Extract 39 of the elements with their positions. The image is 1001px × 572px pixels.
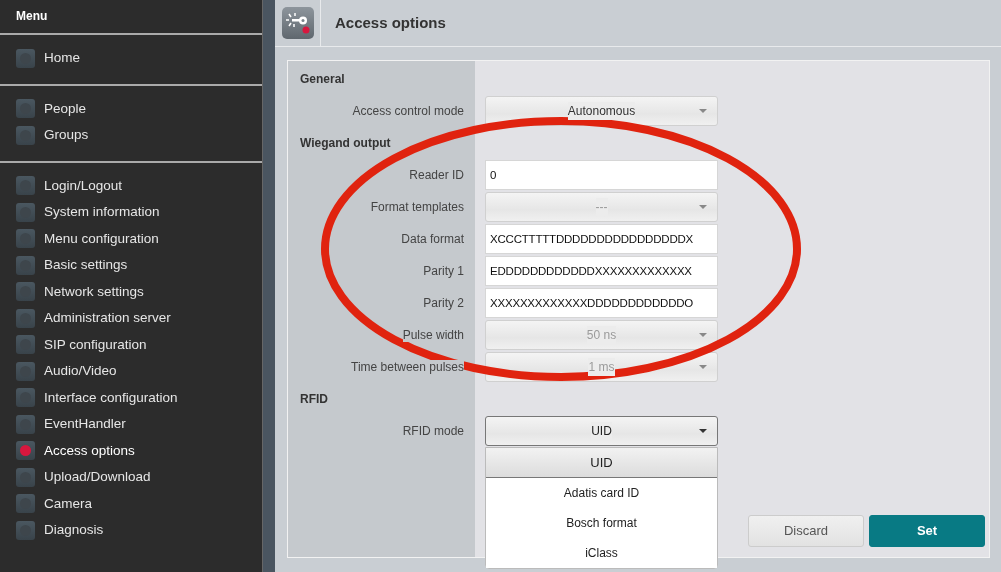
sidebar-item[interactable]: Access options (0, 437, 262, 464)
sidebar-item[interactable]: Groups (0, 122, 262, 149)
field-label: Data format (401, 232, 464, 246)
sidebar-item[interactable]: Basic settings (0, 252, 262, 279)
sidebar-item[interactable]: EventHandler (0, 411, 262, 438)
page-title: Access options (335, 12, 446, 33)
input-field[interactable]: XCCCTTTTTDDDDDDDDDDDDDDDDX (485, 224, 718, 254)
field-label: Pulse width (402, 328, 464, 342)
sidebar-item[interactable]: Upload/Download (0, 464, 262, 491)
set-button[interactable]: Set (869, 515, 985, 547)
dropdown[interactable]: UID (485, 416, 718, 446)
sidebar-item[interactable]: Audio/Video (0, 358, 262, 385)
field-label: Access control mode (352, 104, 464, 118)
section-heading: RFID (299, 391, 329, 408)
input-field[interactable]: 0 (485, 160, 718, 190)
sidebar-item[interactable]: SIP configuration (0, 331, 262, 358)
input-field[interactable]: EDDDDDDDDDDDDXXXXXXXXXXXXX (485, 256, 718, 286)
discard-button[interactable]: Discard (748, 515, 864, 547)
sidebar-item[interactable]: People (0, 95, 262, 122)
sidebar-item[interactable]: System information (0, 199, 262, 226)
dropdown-option[interactable]: UID (486, 448, 717, 478)
field-label: RFID mode (402, 424, 464, 438)
sidebar-item[interactable]: Home (0, 45, 262, 72)
sidebar-item[interactable]: Menu configuration (0, 225, 262, 252)
field-label: Parity 1 (423, 264, 464, 278)
field-label: Time between pulses (351, 360, 464, 374)
field-label: Format templates (370, 200, 464, 214)
input-field[interactable]: XXXXXXXXXXXXXDDDDDDDDDDDDO (485, 288, 718, 318)
sidebar-item[interactable]: Diagnosis (0, 517, 262, 544)
sidebar-item[interactable]: Camera (0, 490, 262, 517)
sidebar-item[interactable]: Interface configuration (0, 384, 262, 411)
section-heading: General (299, 71, 346, 88)
sidebar-item[interactable]: Login/Logout (0, 172, 262, 199)
section-heading: Wiegand output (299, 135, 392, 152)
sidebar-item[interactable]: Network settings (0, 278, 262, 305)
menu-title: Menu (0, 0, 262, 35)
field-label: Parity 2 (423, 296, 464, 310)
sidebar-item[interactable]: Administration server (0, 305, 262, 332)
field-label: Reader ID (409, 168, 464, 182)
